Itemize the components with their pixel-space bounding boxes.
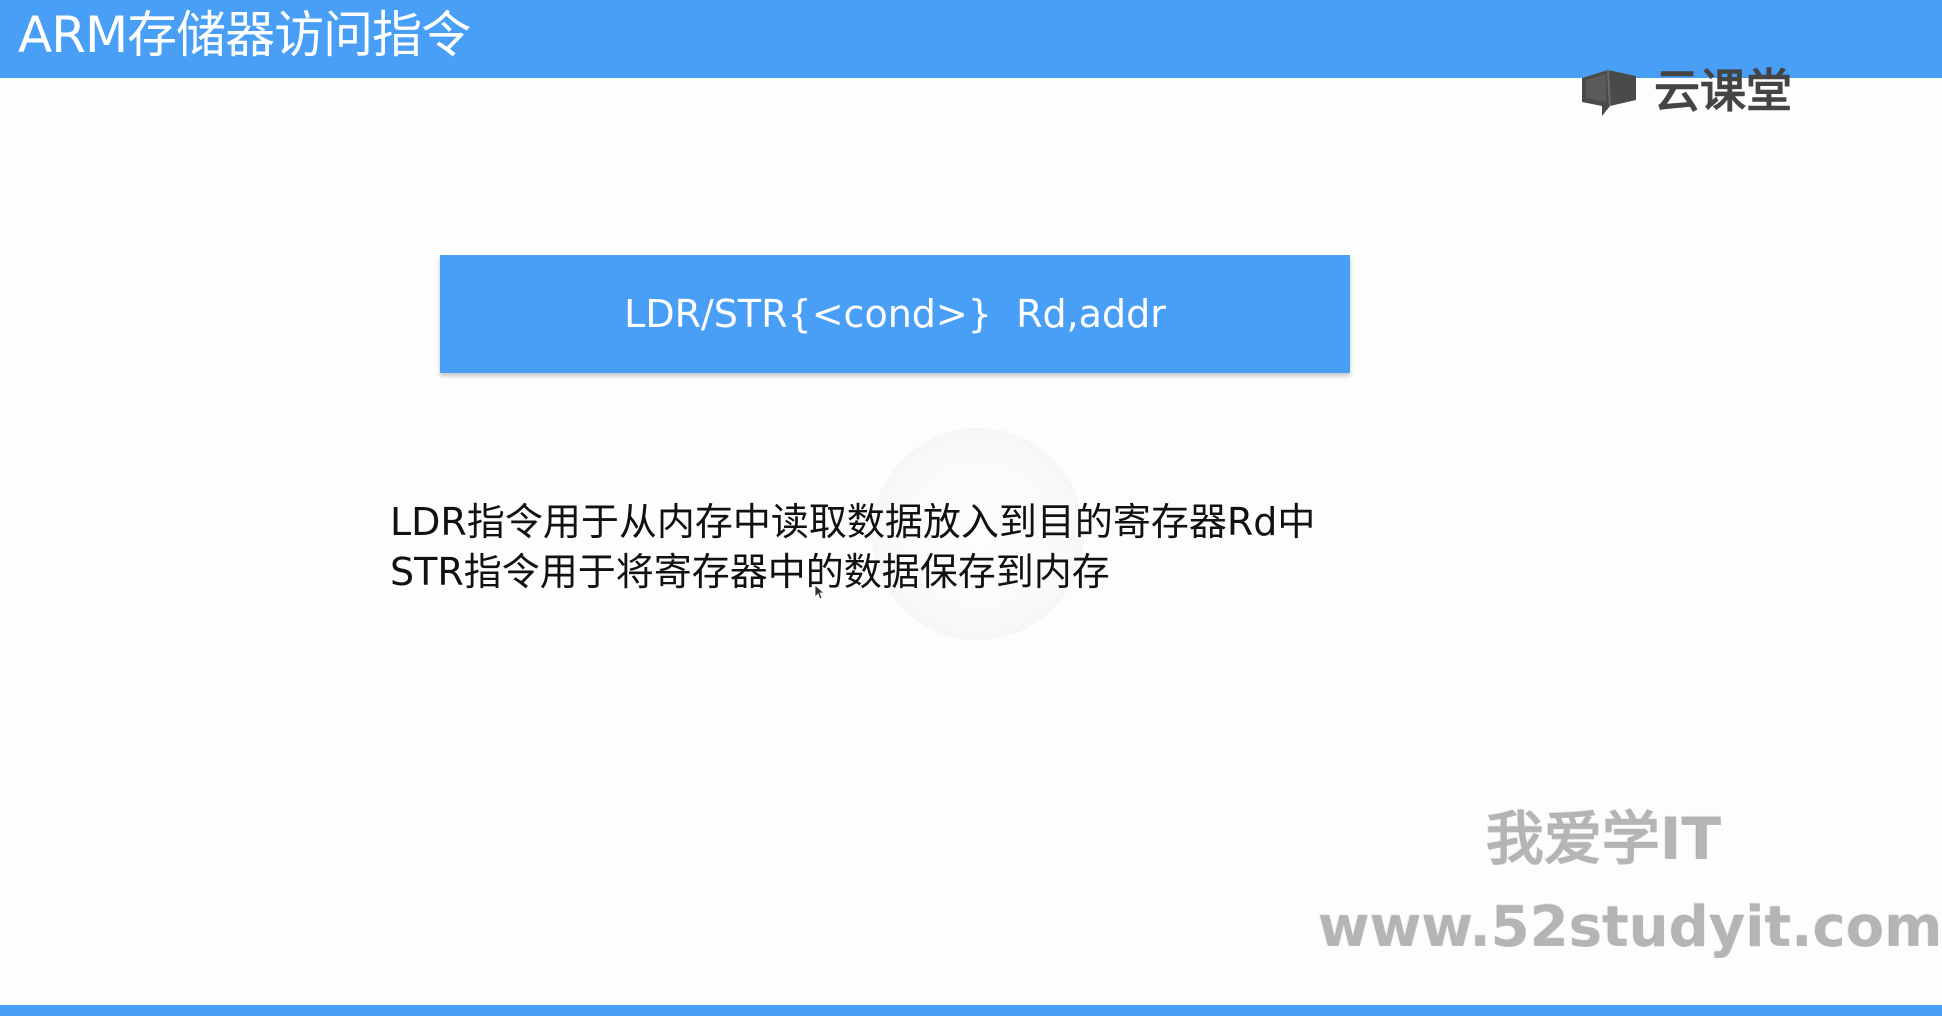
mouse-pointer-icon (814, 584, 824, 600)
brand-name: 云课堂 (1654, 64, 1792, 118)
syntax-text: LDR/STR{<cond>} Rd,addr (624, 292, 1166, 336)
brand-logo: 云课堂 (1578, 60, 1792, 122)
watermark-url: www.52studyit.com (1318, 895, 1942, 960)
bottom-bar (0, 1005, 1942, 1016)
syntax-box: LDR/STR{<cond>} Rd,addr (440, 255, 1350, 373)
description-line-ldr: LDR指令用于从内存中读取数据放入到目的寄存器Rd中 (390, 500, 1316, 544)
watermark-name: 我爱学IT (1486, 805, 1722, 873)
description-line-str: STR指令用于将寄存器中的数据保存到内存 (390, 550, 1110, 594)
slide-title: ARM存储器访问指令 (18, 6, 471, 64)
slide: ARM存储器访问指令 云课堂 LDR/STR{<cond>} Rd,addr L… (0, 0, 1942, 1016)
description: LDR指令用于从内存中读取数据放入到目的寄存器Rd中 STR指令用于将寄存器中的… (390, 497, 1315, 597)
chat-bubble-book-icon (1582, 69, 1636, 116)
